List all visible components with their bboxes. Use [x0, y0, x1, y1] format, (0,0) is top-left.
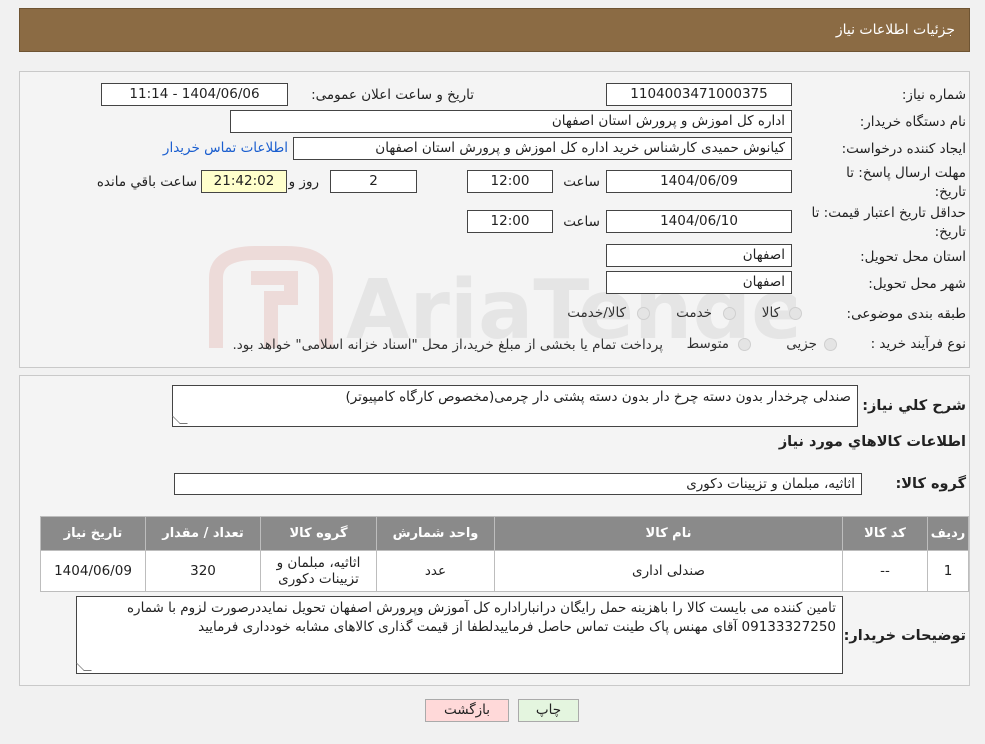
resize-grip-icon[interactable]	[76, 663, 92, 671]
validity-label: حداقل تاریخ اعتبار قیمت: تا	[811, 205, 966, 221]
table-row: 1 -- صندلی اداری عدد اثاثیه، مبلمان و تز…	[40, 550, 969, 592]
buyer-notes-text: تامین کننده می بایست کالا را باهزینه حمل…	[126, 600, 836, 635]
creator-field: کیانوش حمیدی کارشناس خرید اداره کل اموزش…	[293, 137, 792, 160]
cell-quantity: 320	[145, 550, 261, 592]
goods-table-header: ردیف کد کالا نام کالا واحد شمارش گروه کا…	[40, 516, 969, 551]
print-button[interactable]: چاپ	[518, 699, 579, 722]
page-header: جزئیات اطلاعات نیاز	[19, 8, 970, 52]
deadline-label-date: تاریخ:	[934, 184, 966, 200]
remaining-time-label: ساعت باقي مانده	[96, 174, 197, 190]
col-row-number: ردیف	[927, 516, 969, 551]
province-label: استان محل تحویل:	[860, 249, 966, 265]
validity-time-label: ساعت	[563, 214, 600, 230]
buyer-org-label: نام دستگاه خریدار:	[859, 114, 966, 130]
need-number-label: شماره نیاز:	[901, 87, 966, 103]
category-option-service: خدمت	[676, 305, 712, 321]
col-need-date: تاریخ نیاز	[40, 516, 146, 551]
category-option-goods-service: کالا/خدمت	[567, 305, 626, 321]
process-radio-medium[interactable]	[738, 338, 751, 351]
cell-row-number: 1	[927, 550, 969, 592]
deadline-time-label: ساعت	[563, 174, 600, 190]
process-label: نوع فرآیند خرید :	[870, 336, 966, 352]
cell-goods-group: اثاثیه، مبلمان و تزیینات دکوری	[260, 550, 377, 592]
description-field: صندلی چرخدار بدون دسته چرخ دار بدون دسته…	[172, 385, 858, 427]
validity-label-date: تاریخ:	[934, 224, 966, 240]
goods-info-title: اطلاعات کالاهاي مورد نياز	[778, 434, 966, 450]
validity-time-field: 12:00	[467, 210, 553, 233]
goods-table: ردیف کد کالا نام کالا واحد شمارش گروه کا…	[40, 516, 969, 592]
process-option-medium: متوسط	[686, 336, 729, 352]
buyer-notes-label: توضیحات خریدار:	[843, 628, 966, 644]
process-option-minor: جزیی	[786, 336, 817, 352]
description-label: شرح کلي نياز:	[862, 398, 966, 414]
cell-item-code: --	[842, 550, 928, 592]
category-option-goods: کالا	[761, 305, 780, 321]
cell-item-name: صندلی اداری	[494, 550, 843, 592]
announce-label: تاریخ و ساعت اعلان عمومی:	[311, 87, 474, 103]
resize-grip-icon[interactable]	[172, 416, 188, 424]
creator-label: ایجاد کننده درخواست:	[841, 141, 966, 157]
days-remaining-field: 2	[330, 170, 417, 193]
description-text: صندلی چرخدار بدون دسته چرخ دار بدون دسته…	[345, 389, 851, 405]
category-radio-goods[interactable]	[789, 307, 802, 320]
col-quantity: تعداد / مقدار	[145, 516, 261, 551]
buyer-contact-link[interactable]: اطلاعات تماس خریدار	[163, 140, 288, 156]
col-goods-group: گروه کالا	[260, 516, 377, 551]
city-field: اصفهان	[606, 271, 792, 294]
col-unit: واحد شمارش	[376, 516, 495, 551]
page-title: جزئیات اطلاعات نیاز	[835, 22, 955, 38]
announce-field: 1404/06/06 - 11:14	[101, 83, 288, 106]
deadline-date-field: 1404/06/09	[606, 170, 792, 193]
cell-need-date: 1404/06/09	[40, 550, 146, 592]
col-item-code: کد کالا	[842, 516, 928, 551]
buyer-notes-field: تامین کننده می بایست کالا را باهزینه حمل…	[76, 596, 843, 674]
province-field: اصفهان	[606, 244, 792, 267]
col-item-name: نام کالا	[494, 516, 843, 551]
need-number-field: 1104003471000375	[606, 83, 792, 106]
deadline-label: مهلت ارسال پاسخ: تا	[846, 165, 966, 181]
category-label: طبقه بندی موضوعی:	[846, 306, 966, 322]
deadline-time-field: 12:00	[467, 170, 553, 193]
category-radio-goods-service[interactable]	[637, 307, 650, 320]
goods-group-label: گروه کالا:	[895, 476, 966, 492]
remaining-time-field: 21:42:02	[201, 170, 287, 193]
cell-unit: عدد	[376, 550, 495, 592]
validity-date-field: 1404/06/10	[606, 210, 792, 233]
back-button[interactable]: بازگشت	[425, 699, 509, 722]
process-radio-minor[interactable]	[824, 338, 837, 351]
category-radio-service[interactable]	[723, 307, 736, 320]
buyer-org-field: اداره کل اموزش و پرورش استان اصفهان	[230, 110, 792, 133]
process-note: پرداخت تمام یا بخشی از مبلغ خرید،از محل …	[232, 337, 663, 353]
days-label: روز و	[288, 174, 319, 190]
goods-group-field: اثاثیه، مبلمان و تزیینات دکوری	[174, 473, 862, 495]
city-label: شهر محل تحویل:	[868, 276, 966, 292]
